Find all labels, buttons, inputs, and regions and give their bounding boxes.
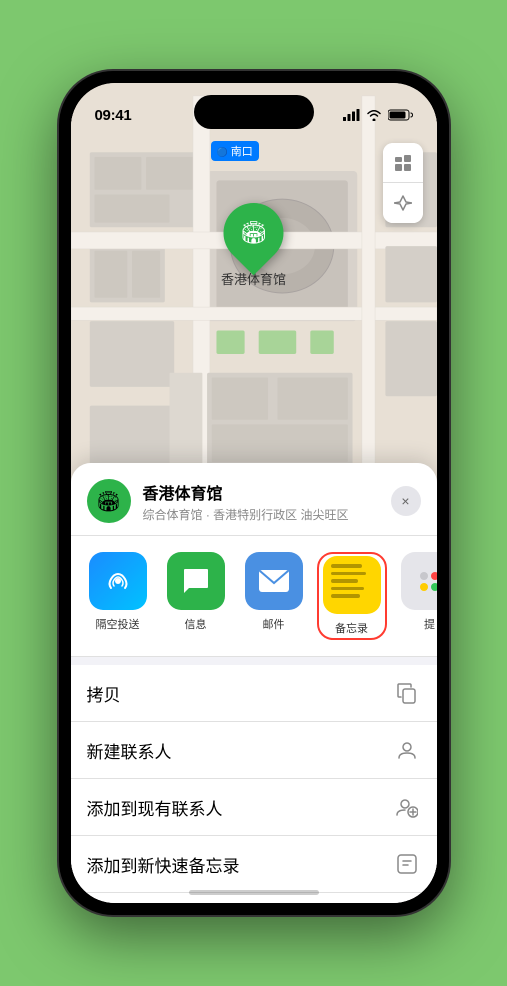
more-dots-row1 <box>420 572 437 580</box>
messages-icon <box>181 567 211 595</box>
action-add-notes[interactable]: 添加到新快速备忘录 <box>71 836 437 893</box>
signal-icon <box>343 109 360 121</box>
map-pin-container: 🏟 香港体育馆 <box>221 203 286 288</box>
airdrop-icon-container <box>89 552 147 610</box>
more-dot <box>431 583 437 591</box>
venue-description: 综合体育馆 · 香港特别行政区 油尖旺区 <box>143 506 379 523</box>
share-notes[interactable]: 备忘录 <box>317 552 387 640</box>
map-venue-label: 🔵 南口 <box>211 141 259 161</box>
map-view-button[interactable] <box>383 143 423 183</box>
venue-info: 香港体育馆 综合体育馆 · 香港特别行政区 油尖旺区 <box>143 480 379 523</box>
wifi-icon <box>366 109 382 121</box>
notes-line-1 <box>331 564 363 568</box>
more-label: 提 <box>424 616 435 632</box>
venue-icon: 🏟 <box>87 479 131 523</box>
add-existing-label: 添加到现有联系人 <box>87 795 223 820</box>
copy-icon <box>393 679 421 707</box>
more-dots-row2 <box>420 583 437 591</box>
phone-frame: 09:41 <box>59 71 449 915</box>
mail-icon <box>258 569 290 593</box>
airdrop-label: 隔空投送 <box>96 616 140 632</box>
share-mail[interactable]: 邮件 <box>239 552 309 640</box>
more-dot <box>420 572 428 580</box>
mail-icon-container <box>245 552 303 610</box>
venue-name: 香港体育馆 <box>143 480 379 504</box>
notes-line-2 <box>331 572 367 576</box>
share-airdrop[interactable]: 隔空投送 <box>83 552 153 640</box>
action-add-existing[interactable]: 添加到现有联系人 <box>71 779 437 836</box>
close-button[interactable]: × <box>391 486 421 516</box>
status-icons <box>343 109 413 121</box>
stadium-icon: 🏟 <box>240 220 268 246</box>
new-contact-icon <box>393 736 421 764</box>
phone-screen: 09:41 <box>71 83 437 903</box>
bottom-sheet: 🏟 香港体育馆 综合体育馆 · 香港特别行政区 油尖旺区 × <box>71 463 437 903</box>
airdrop-icon <box>103 566 133 596</box>
messages-icon-container <box>167 552 225 610</box>
action-copy[interactable]: 拷贝 <box>71 665 437 722</box>
new-contact-label: 新建联系人 <box>87 738 172 763</box>
location-button[interactable] <box>383 183 423 223</box>
home-indicator <box>189 890 319 895</box>
action-new-contact[interactable]: 新建联系人 <box>71 722 437 779</box>
map-area: 🔵 南口 <box>71 83 437 503</box>
copy-label: 拷贝 <box>87 681 121 706</box>
add-notes-icon <box>393 850 421 878</box>
share-row: 隔空投送 信息 <box>71 536 437 657</box>
map-icon <box>393 153 413 173</box>
battery-icon <box>388 109 413 121</box>
location-icon <box>394 194 412 212</box>
notes-line-3 <box>331 579 358 583</box>
action-list: 拷贝 新建联系人 <box>71 665 437 903</box>
mail-label: 邮件 <box>263 616 285 632</box>
share-more[interactable]: 提 <box>395 552 437 640</box>
more-icon-container <box>401 552 437 610</box>
map-controls <box>383 143 423 223</box>
add-existing-icon <box>393 793 421 821</box>
notes-icon-container <box>323 556 381 614</box>
messages-label: 信息 <box>185 616 207 632</box>
map-pin: 🏟 <box>211 191 296 276</box>
add-notes-label: 添加到新快速备忘录 <box>87 852 240 877</box>
notes-line-5 <box>331 594 360 598</box>
more-dot <box>431 572 437 580</box>
notes-label: 备忘录 <box>335 620 368 636</box>
more-dot <box>420 583 428 591</box>
dynamic-island <box>194 95 314 129</box>
notes-line-4 <box>331 587 365 591</box>
sheet-header: 🏟 香港体育馆 综合体育馆 · 香港特别行政区 油尖旺区 × <box>71 463 437 536</box>
share-messages[interactable]: 信息 <box>161 552 231 640</box>
status-time: 09:41 <box>95 107 132 124</box>
